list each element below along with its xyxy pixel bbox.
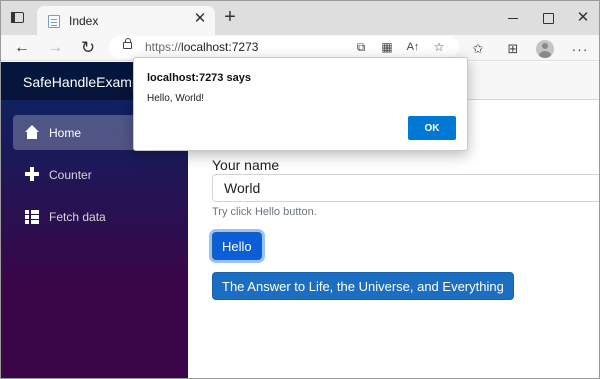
home-icon — [25, 125, 41, 141]
maximize-button[interactable] — [541, 11, 555, 25]
name-input[interactable] — [212, 174, 599, 202]
url-host: localhost:7273 — [181, 40, 259, 54]
qr-code-icon[interactable]: ▦ — [379, 39, 395, 55]
tab-actions-icon[interactable] — [9, 10, 27, 26]
dialog-message: Hello, World! — [147, 93, 205, 104]
page-favicon-icon — [48, 15, 60, 28]
dialog-title: localhost:7273 says — [147, 72, 251, 84]
lock-icon[interactable] — [123, 38, 132, 49]
url-scheme: https:// — [145, 40, 182, 54]
add-favorite-icon[interactable]: ☆ — [431, 39, 447, 55]
plus-icon — [25, 167, 41, 183]
new-tab-button[interactable]: + — [221, 7, 239, 27]
close-window-button[interactable]: ✕ — [576, 10, 590, 25]
alert-dialog: localhost:7273 says Hello, World! OK — [133, 57, 468, 151]
sidebar-item-label: Counter — [49, 168, 92, 182]
profile-avatar[interactable] — [536, 40, 554, 58]
dialog-ok-button[interactable]: OK — [408, 116, 456, 140]
tab-index[interactable]: Index ✕ — [37, 6, 215, 35]
list-icon — [25, 209, 41, 225]
back-button[interactable]: ← — [12, 38, 32, 58]
browser-window: Index ✕ + ✕ ← → ↻ https://localhost:7273… — [0, 0, 600, 379]
address-bar[interactable]: https://localhost:7273 ⧉ ▦ A↑ ☆ — [109, 36, 459, 58]
minimize-button[interactable] — [506, 11, 520, 25]
more-icon[interactable]: ··· — [571, 40, 589, 58]
sidebar-item-label: Fetch data — [49, 210, 106, 224]
tab-title: Index — [69, 14, 99, 28]
hint-text: Try click Hello button. — [212, 206, 317, 218]
name-label: Your name — [212, 157, 280, 173]
refresh-button[interactable]: ↻ — [78, 38, 98, 58]
hello-button[interactable]: Hello — [212, 232, 262, 260]
tab-strip: Index ✕ + ✕ — [1, 1, 599, 35]
sidebar-item-counter[interactable]: Counter — [13, 157, 188, 192]
collections-icon[interactable]: ⊞ — [504, 40, 522, 58]
forward-button[interactable]: → — [45, 38, 65, 58]
read-aloud-icon[interactable]: A↑ — [405, 39, 421, 55]
answer-button[interactable]: The Answer to Life, the Universe, and Ev… — [212, 272, 514, 300]
tab-close-icon[interactable]: ✕ — [193, 11, 207, 26]
brand-link[interactable]: SafeHandleExample — [23, 74, 151, 90]
sidebar-item-fetch-data[interactable]: Fetch data — [13, 199, 188, 234]
favorites-icon[interactable]: ✩ — [469, 40, 487, 58]
sidebar-item-label: Home — [49, 126, 82, 140]
app-available-icon[interactable]: ⧉ — [353, 39, 369, 55]
url-text[interactable]: https://localhost:7273 — [145, 40, 258, 54]
